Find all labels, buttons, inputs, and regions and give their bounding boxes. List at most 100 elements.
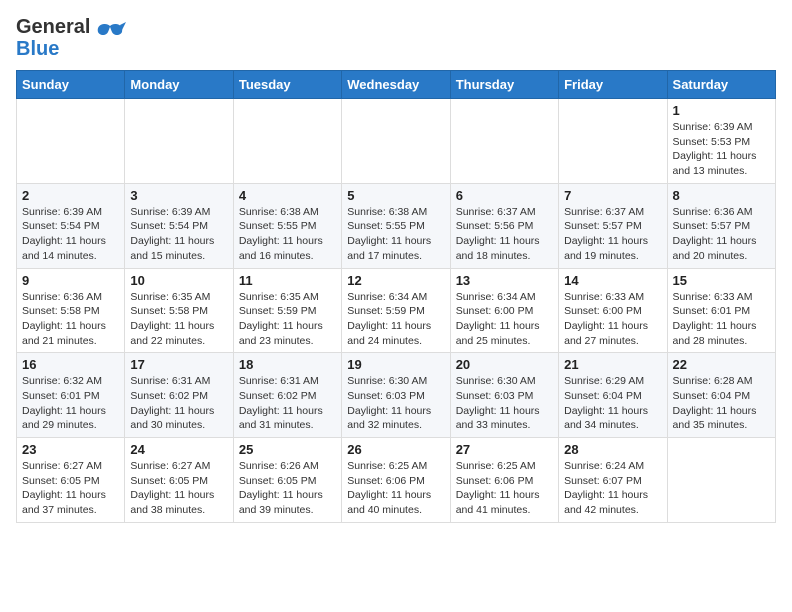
calendar-cell: 20Sunrise: 6:30 AMSunset: 6:03 PMDayligh… [450, 353, 558, 438]
day-info: Sunrise: 6:31 AMSunset: 6:02 PMDaylight:… [239, 374, 336, 433]
calendar-cell: 22 Sunrise: 6:28 AMSunset: 6:04 PMDayligh… [667, 353, 775, 438]
day-number: 16 [22, 357, 119, 372]
day-number: 6 [456, 188, 553, 203]
day-info: Sunrise: 6:39 AMSunset: 5:54 PMDaylight:… [130, 205, 227, 264]
calendar-cell: 12 Sunrise: 6:34 AMSunset: 5:59 PMDayligh… [342, 268, 450, 353]
day-info: Sunrise: 6:31 AMSunset: 6:02 PMDaylight:… [130, 374, 227, 433]
day-header-friday: Friday [559, 71, 667, 99]
calendar-cell: 28Sunrise: 6:24 AMSunset: 6:07 PMDayligh… [559, 438, 667, 523]
day-info: Sunrise: 6:38 AMSunset: 5:55 PMDaylight:… [347, 205, 444, 264]
day-info: Sunrise: 6:25 AMSunset: 6:06 PMDaylight:… [456, 459, 553, 518]
week-row-4: 16 Sunrise: 6:32 AMSunset: 6:01 PMDayligh… [17, 353, 776, 438]
week-row-5: 23 Sunrise: 6:27 AMSunset: 6:05 PMDayligh… [17, 438, 776, 523]
calendar-cell: 1 Sunrise: 6:39 AMSunset: 5:53 PMDaylight… [667, 99, 775, 184]
day-number: 18 [239, 357, 336, 372]
calendar-cell: 15 Sunrise: 6:33 AMSunset: 6:01 PMDayligh… [667, 268, 775, 353]
day-info: Sunrise: 6:27 AMSunset: 6:05 PMDaylight:… [22, 459, 119, 518]
day-number: 15 [673, 273, 770, 288]
calendar-cell [667, 438, 775, 523]
day-number: 26 [347, 442, 444, 457]
day-number: 21 [564, 357, 661, 372]
calendar-cell: 21 Sunrise: 6:29 AMSunset: 6:04 PMDayligh… [559, 353, 667, 438]
calendar-cell: 3 Sunrise: 6:39 AMSunset: 5:54 PMDaylight… [125, 183, 233, 268]
day-header-wednesday: Wednesday [342, 71, 450, 99]
day-number: 1 [673, 103, 770, 118]
day-info: Sunrise: 6:25 AMSunset: 6:06 PMDaylight:… [347, 459, 444, 518]
day-info: Sunrise: 6:34 AMSunset: 5:59 PMDaylight:… [347, 290, 444, 349]
day-header-monday: Monday [125, 71, 233, 99]
calendar-cell: 18 Sunrise: 6:31 AMSunset: 6:02 PMDayligh… [233, 353, 341, 438]
day-number: 8 [673, 188, 770, 203]
day-number: 19 [347, 357, 444, 372]
day-header-thursday: Thursday [450, 71, 558, 99]
day-number: 5 [347, 188, 444, 203]
day-info: Sunrise: 6:28 AMSunset: 6:04 PMDaylight:… [673, 374, 770, 433]
day-header-sunday: Sunday [17, 71, 125, 99]
day-info: Sunrise: 6:30 AMSunset: 6:03 PMDaylight:… [347, 374, 444, 433]
calendar-cell: 6 Sunrise: 6:37 AMSunset: 5:56 PMDaylight… [450, 183, 558, 268]
day-info: Sunrise: 6:35 AMSunset: 5:59 PMDaylight:… [239, 290, 336, 349]
calendar-cell [125, 99, 233, 184]
day-info: Sunrise: 6:27 AMSunset: 6:05 PMDaylight:… [130, 459, 227, 518]
day-number: 25 [239, 442, 336, 457]
calendar-table: SundayMondayTuesdayWednesdayThursdayFrid… [16, 70, 776, 523]
day-info: Sunrise: 6:32 AMSunset: 6:01 PMDaylight:… [22, 374, 119, 433]
calendar-cell: 24 Sunrise: 6:27 AMSunset: 6:05 PMDayligh… [125, 438, 233, 523]
week-row-3: 9Sunrise: 6:36 AMSunset: 5:58 PMDaylight… [17, 268, 776, 353]
day-number: 12 [347, 273, 444, 288]
logo-combined: General Blue [16, 16, 126, 60]
logo: General Blue [16, 16, 126, 60]
calendar-cell: 19 Sunrise: 6:30 AMSunset: 6:03 PMDayligh… [342, 353, 450, 438]
day-info: Sunrise: 6:37 AMSunset: 5:57 PMDaylight:… [564, 205, 661, 264]
day-info: Sunrise: 6:38 AMSunset: 5:55 PMDaylight:… [239, 205, 336, 264]
day-header-tuesday: Tuesday [233, 71, 341, 99]
calendar-cell: 23 Sunrise: 6:27 AMSunset: 6:05 PMDayligh… [17, 438, 125, 523]
week-row-2: 2 Sunrise: 6:39 AMSunset: 5:54 PMDaylight… [17, 183, 776, 268]
calendar-cell: 10 Sunrise: 6:35 AMSunset: 5:58 PMDayligh… [125, 268, 233, 353]
day-info: Sunrise: 6:39 AMSunset: 5:53 PMDaylight:… [673, 120, 770, 179]
day-number: 13 [456, 273, 553, 288]
calendar-cell: 14 Sunrise: 6:33 AMSunset: 6:00 PMDayligh… [559, 268, 667, 353]
day-number: 3 [130, 188, 227, 203]
day-info: Sunrise: 6:26 AMSunset: 6:05 PMDaylight:… [239, 459, 336, 518]
calendar-cell [17, 99, 125, 184]
calendar-cell: 9Sunrise: 6:36 AMSunset: 5:58 PMDaylight… [17, 268, 125, 353]
calendar-cell: 7 Sunrise: 6:37 AMSunset: 5:57 PMDaylight… [559, 183, 667, 268]
calendar-cell: 13 Sunrise: 6:34 AMSunset: 6:00 PMDayligh… [450, 268, 558, 353]
day-info: Sunrise: 6:29 AMSunset: 6:04 PMDaylight:… [564, 374, 661, 433]
day-info: Sunrise: 6:30 AMSunset: 6:03 PMDaylight:… [456, 374, 553, 433]
logo-general-text: General [16, 16, 90, 38]
calendar-cell: 17 Sunrise: 6:31 AMSunset: 6:02 PMDayligh… [125, 353, 233, 438]
calendar-cell [559, 99, 667, 184]
week-row-1: 1 Sunrise: 6:39 AMSunset: 5:53 PMDaylight… [17, 99, 776, 184]
day-number: 17 [130, 357, 227, 372]
calendar-cell: 11Sunrise: 6:35 AMSunset: 5:59 PMDayligh… [233, 268, 341, 353]
day-info: Sunrise: 6:33 AMSunset: 6:00 PMDaylight:… [564, 290, 661, 349]
day-info: Sunrise: 6:33 AMSunset: 6:01 PMDaylight:… [673, 290, 770, 349]
calendar-cell: 16 Sunrise: 6:32 AMSunset: 6:01 PMDayligh… [17, 353, 125, 438]
day-number: 4 [239, 188, 336, 203]
calendar-header-row: SundayMondayTuesdayWednesdayThursdayFrid… [17, 71, 776, 99]
calendar-cell [233, 99, 341, 184]
calendar-cell: 5 Sunrise: 6:38 AMSunset: 5:55 PMDaylight… [342, 183, 450, 268]
logo-blue-text: Blue [16, 38, 59, 60]
day-number: 10 [130, 273, 227, 288]
day-number: 22 [673, 357, 770, 372]
day-number: 14 [564, 273, 661, 288]
day-info: Sunrise: 6:37 AMSunset: 5:56 PMDaylight:… [456, 205, 553, 264]
page-header: General Blue [16, 16, 776, 60]
calendar-cell: 27 Sunrise: 6:25 AMSunset: 6:06 PMDayligh… [450, 438, 558, 523]
day-info: Sunrise: 6:35 AMSunset: 5:58 PMDaylight:… [130, 290, 227, 349]
day-number: 27 [456, 442, 553, 457]
day-number: 23 [22, 442, 119, 457]
calendar-cell: 4 Sunrise: 6:38 AMSunset: 5:55 PMDaylight… [233, 183, 341, 268]
day-info: Sunrise: 6:39 AMSunset: 5:54 PMDaylight:… [22, 205, 119, 264]
day-number: 2 [22, 188, 119, 203]
day-info: Sunrise: 6:24 AMSunset: 6:07 PMDaylight:… [564, 459, 661, 518]
day-number: 7 [564, 188, 661, 203]
calendar-cell: 2 Sunrise: 6:39 AMSunset: 5:54 PMDaylight… [17, 183, 125, 268]
logo-bird-icon [94, 18, 126, 50]
calendar-cell [450, 99, 558, 184]
day-info: Sunrise: 6:34 AMSunset: 6:00 PMDaylight:… [456, 290, 553, 349]
day-number: 24 [130, 442, 227, 457]
